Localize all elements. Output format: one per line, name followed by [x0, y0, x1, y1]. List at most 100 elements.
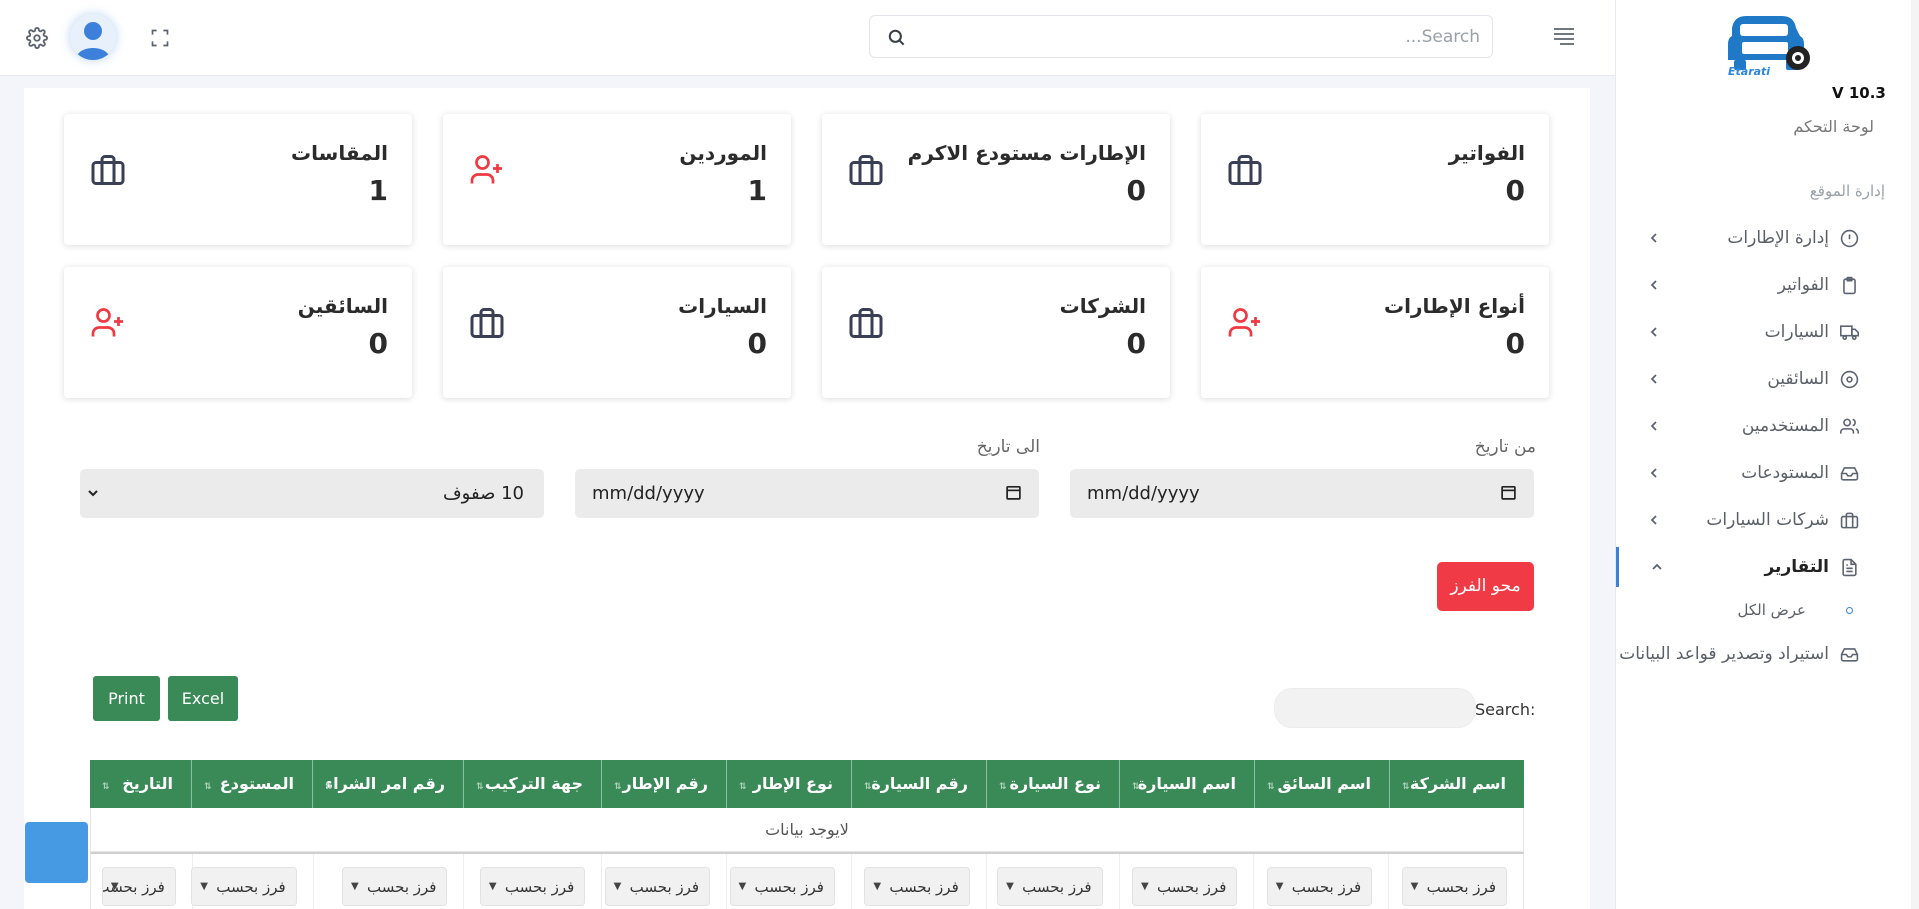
stat-card-suppliers[interactable]: الموردين 1 — [443, 114, 791, 245]
chevron-down-icon: ▼ — [1275, 881, 1284, 892]
sidebar-item-warehouses[interactable]: المستودعات — [1616, 453, 1911, 493]
sort-icon: ⇅ — [864, 782, 872, 792]
to-date-value: mm/dd/yyyy — [592, 483, 705, 504]
stat-card-drivers[interactable]: السائقين 0 — [64, 267, 412, 398]
stat-card-sizes[interactable]: المقاسات 1 — [64, 114, 412, 245]
chevron-left-icon — [1648, 279, 1660, 291]
table-header: اسم الشركة ⇅ اسم السائق ⇅ اسم السيارة ⇅ نوع… — [90, 760, 1524, 808]
search-input[interactable] — [916, 16, 1482, 57]
column-header[interactable]: اسم الشركة ⇅ — [1389, 760, 1524, 808]
chevron-left-icon — [1648, 467, 1660, 479]
sidebar-item-label: الفواتير — [1777, 275, 1829, 295]
stat-card-companies[interactable]: الشركات 0 — [822, 267, 1170, 398]
filter-dropdown[interactable]: فرز بحسب ▼ — [342, 867, 448, 906]
calendar-icon[interactable] — [1005, 484, 1022, 501]
sidebar-item-tires[interactable]: إدارة الإطارات — [1616, 218, 1911, 258]
sort-icon: ⇅ — [1132, 782, 1140, 792]
calendar-icon[interactable] — [1500, 484, 1517, 501]
rows-per-page-select[interactable]: 10 صفوف — [80, 469, 544, 518]
clipboard-icon — [1840, 276, 1859, 295]
sidebar-item-label: المستخدمين — [1741, 416, 1829, 436]
sidebar-item-cars[interactable]: السيارات — [1616, 312, 1911, 352]
card-title: الفواتير — [1448, 141, 1525, 165]
column-header[interactable]: نوع الإطار ⇅ — [726, 760, 851, 808]
gear-icon[interactable] — [26, 27, 48, 49]
filter-dropdown[interactable]: فرز بحسب ▼ — [1131, 867, 1238, 906]
sort-icon: ⇅ — [325, 782, 333, 792]
clear-sort-button[interactable]: محو الفرز — [1437, 562, 1534, 611]
sidebar-item-import-export[interactable]: استيراد وتصدير قواعد البيانات — [1616, 634, 1911, 674]
sidebar-item-dashboard[interactable]: لوحة التحكم — [1793, 117, 1874, 136]
floating-action-button[interactable] — [25, 822, 88, 883]
fullscreen-icon[interactable] — [150, 28, 170, 48]
column-header[interactable]: نوع السيارة ⇅ — [986, 760, 1119, 808]
filter-dropdown[interactable]: فرز بحسب ▼ — [604, 867, 711, 906]
chevron-left-icon — [1648, 514, 1660, 526]
column-header[interactable]: جهة التركيب ⇅ — [463, 760, 601, 808]
filter-dropdown[interactable]: فرز بحسب ▼ — [1266, 867, 1373, 906]
sidebar-item-users[interactable]: المستخدمين — [1616, 406, 1911, 446]
avatar[interactable] — [70, 14, 116, 60]
chevron-down-icon: ▼ — [1140, 881, 1149, 892]
sidebar-subitem-view-all[interactable]: عرض الكل — [1616, 596, 1911, 626]
inbox-icon — [1840, 645, 1859, 664]
sidebar-subitem-label: عرض الكل — [1737, 601, 1806, 619]
sidebar-item-label: التقارير — [1764, 557, 1829, 577]
from-date-input[interactable]: mm/dd/yyyy — [1070, 469, 1534, 518]
sidebar-item-drivers[interactable]: السائقين — [1616, 359, 1911, 399]
sidebar-item-reports[interactable]: التقارير — [1616, 547, 1911, 587]
filter-cell: فرز بحسب ▼ — [1388, 854, 1523, 909]
global-search — [869, 15, 1493, 58]
filter-cell: فرز بحسب ▼ — [312, 854, 464, 909]
sidebar-item-invoices[interactable]: الفواتير — [1616, 265, 1911, 305]
card-title: الموردين — [679, 141, 767, 165]
column-header[interactable]: رقم السيارة ⇅ — [851, 760, 986, 808]
filter-dropdown[interactable]: فرز بحسب ▼ — [479, 867, 586, 906]
column-header[interactable]: رقم الإطار ⇅ — [601, 760, 726, 808]
filter-cell: فرز بحسب ▼ — [985, 854, 1119, 909]
print-button[interactable]: Print — [93, 676, 160, 721]
truck-icon — [1840, 323, 1859, 342]
card-title: المقاسات — [291, 141, 388, 165]
chevron-down-icon: ▼ — [613, 881, 622, 892]
column-header[interactable]: التاريخ ⇅ — [90, 760, 191, 808]
filter-cell: فرز بحسب ▼ — [1118, 854, 1254, 909]
sort-icon: ⇅ — [1267, 782, 1275, 792]
sidebar-scrollbar[interactable] — [1911, 0, 1919, 909]
stat-card-warehouse-tires[interactable]: الإطارات مستودع الاكرم 0 — [822, 114, 1170, 245]
chevron-down-icon: ▼ — [873, 881, 882, 892]
briefcase-icon — [847, 305, 885, 341]
column-header[interactable]: المستودع ⇅ — [191, 760, 312, 808]
menu-icon[interactable] — [1552, 25, 1576, 47]
sort-icon: ⇅ — [204, 782, 212, 792]
top-navbar — [0, 0, 1615, 76]
filter-dropdown[interactable]: فرز بحسب ▼ — [101, 867, 176, 906]
sidebar-item-car-companies[interactable]: شركات السيارات — [1616, 500, 1911, 540]
sidebar-item-label: السيارات — [1764, 322, 1829, 342]
chevron-down-icon: ▼ — [110, 881, 119, 892]
chevron-left-icon — [1648, 232, 1660, 244]
filter-dropdown[interactable]: فرز بحسب ▼ — [1401, 867, 1507, 906]
sort-icon: ⇅ — [999, 782, 1007, 792]
column-header[interactable]: رقم امر الشراء ⇅ — [312, 760, 463, 808]
sort-icon: ⇅ — [476, 782, 484, 792]
stat-card-tire-types[interactable]: أنواع الإطارات 0 — [1201, 267, 1549, 398]
filter-dropdown[interactable]: فرز بحسب ▼ — [997, 867, 1103, 906]
filter-dropdown[interactable]: فرز بحسب ▼ — [729, 867, 835, 906]
excel-button[interactable]: Excel — [168, 676, 238, 721]
alert-circle-icon — [1840, 229, 1859, 248]
sidebar-item-label: المستودعات — [1741, 463, 1829, 483]
stat-card-invoices[interactable]: الفواتير 0 — [1201, 114, 1549, 245]
sort-icon: ⇅ — [102, 782, 110, 792]
filter-cell: فرز بحسب ▼ — [463, 854, 601, 909]
filter-dropdown[interactable]: فرز بحسب ▼ — [191, 867, 297, 906]
empty-table-row: لايوجد بيانات — [90, 808, 1524, 852]
table-search-input[interactable] — [1274, 688, 1476, 728]
version-label: V 10.3 — [1832, 84, 1886, 102]
column-header[interactable]: اسم السائق ⇅ — [1254, 760, 1389, 808]
stat-card-cars[interactable]: السيارات 0 — [443, 267, 791, 398]
filter-dropdown[interactable]: فرز بحسب ▼ — [864, 867, 970, 906]
to-date-input[interactable]: mm/dd/yyyy — [575, 469, 1039, 518]
sidebar-section-title: إدارة الموقع — [1809, 182, 1885, 200]
column-header[interactable]: اسم السيارة ⇅ — [1119, 760, 1254, 808]
